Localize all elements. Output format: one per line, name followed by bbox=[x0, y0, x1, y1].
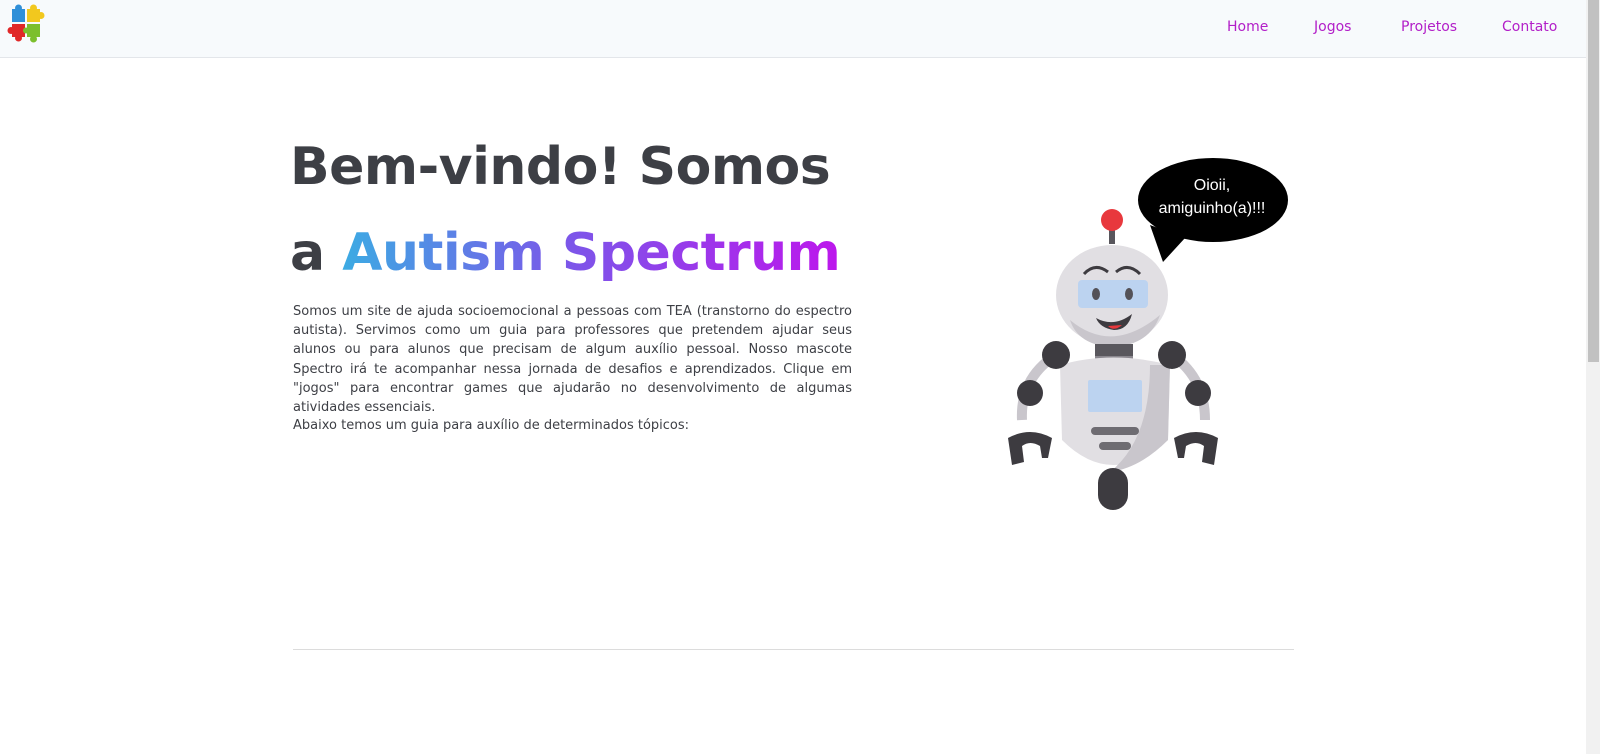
nav-jogos-link[interactable]: Jogos bbox=[1314, 19, 1351, 35]
hero-headline: Bem-vindo! Somos a Autism Spectrum bbox=[290, 124, 890, 296]
speech-bubble-text: Oioii, amiguinho(a)!!! bbox=[1140, 174, 1284, 220]
nav-projetos-link[interactable]: Projetos bbox=[1401, 19, 1457, 35]
speech-line-2: amiguinho(a)!!! bbox=[1158, 200, 1266, 217]
scrollbar-thumb[interactable] bbox=[1588, 0, 1599, 362]
section-divider bbox=[293, 649, 1294, 650]
intro-paragraph: Somos um site de ajuda socioemocional a … bbox=[293, 304, 852, 416]
puzzle-logo-icon[interactable] bbox=[7, 3, 49, 45]
guide-paragraph: Abaixo temos um guia para auxílio de det… bbox=[293, 418, 690, 433]
headline-line-1: Bem-vindo! Somos bbox=[290, 137, 831, 197]
brand-name: Autism Spectrum bbox=[342, 223, 841, 283]
headline-a: a bbox=[290, 223, 325, 283]
top-navbar: Home Jogos Projetos Contato bbox=[0, 0, 1586, 58]
nav-home-link[interactable]: Home bbox=[1227, 19, 1268, 35]
headline-line-2: a Autism Spectrum bbox=[290, 210, 890, 296]
speech-line-1: Oioii, bbox=[1193, 177, 1231, 194]
nav-contato-link[interactable]: Contato bbox=[1502, 19, 1557, 35]
